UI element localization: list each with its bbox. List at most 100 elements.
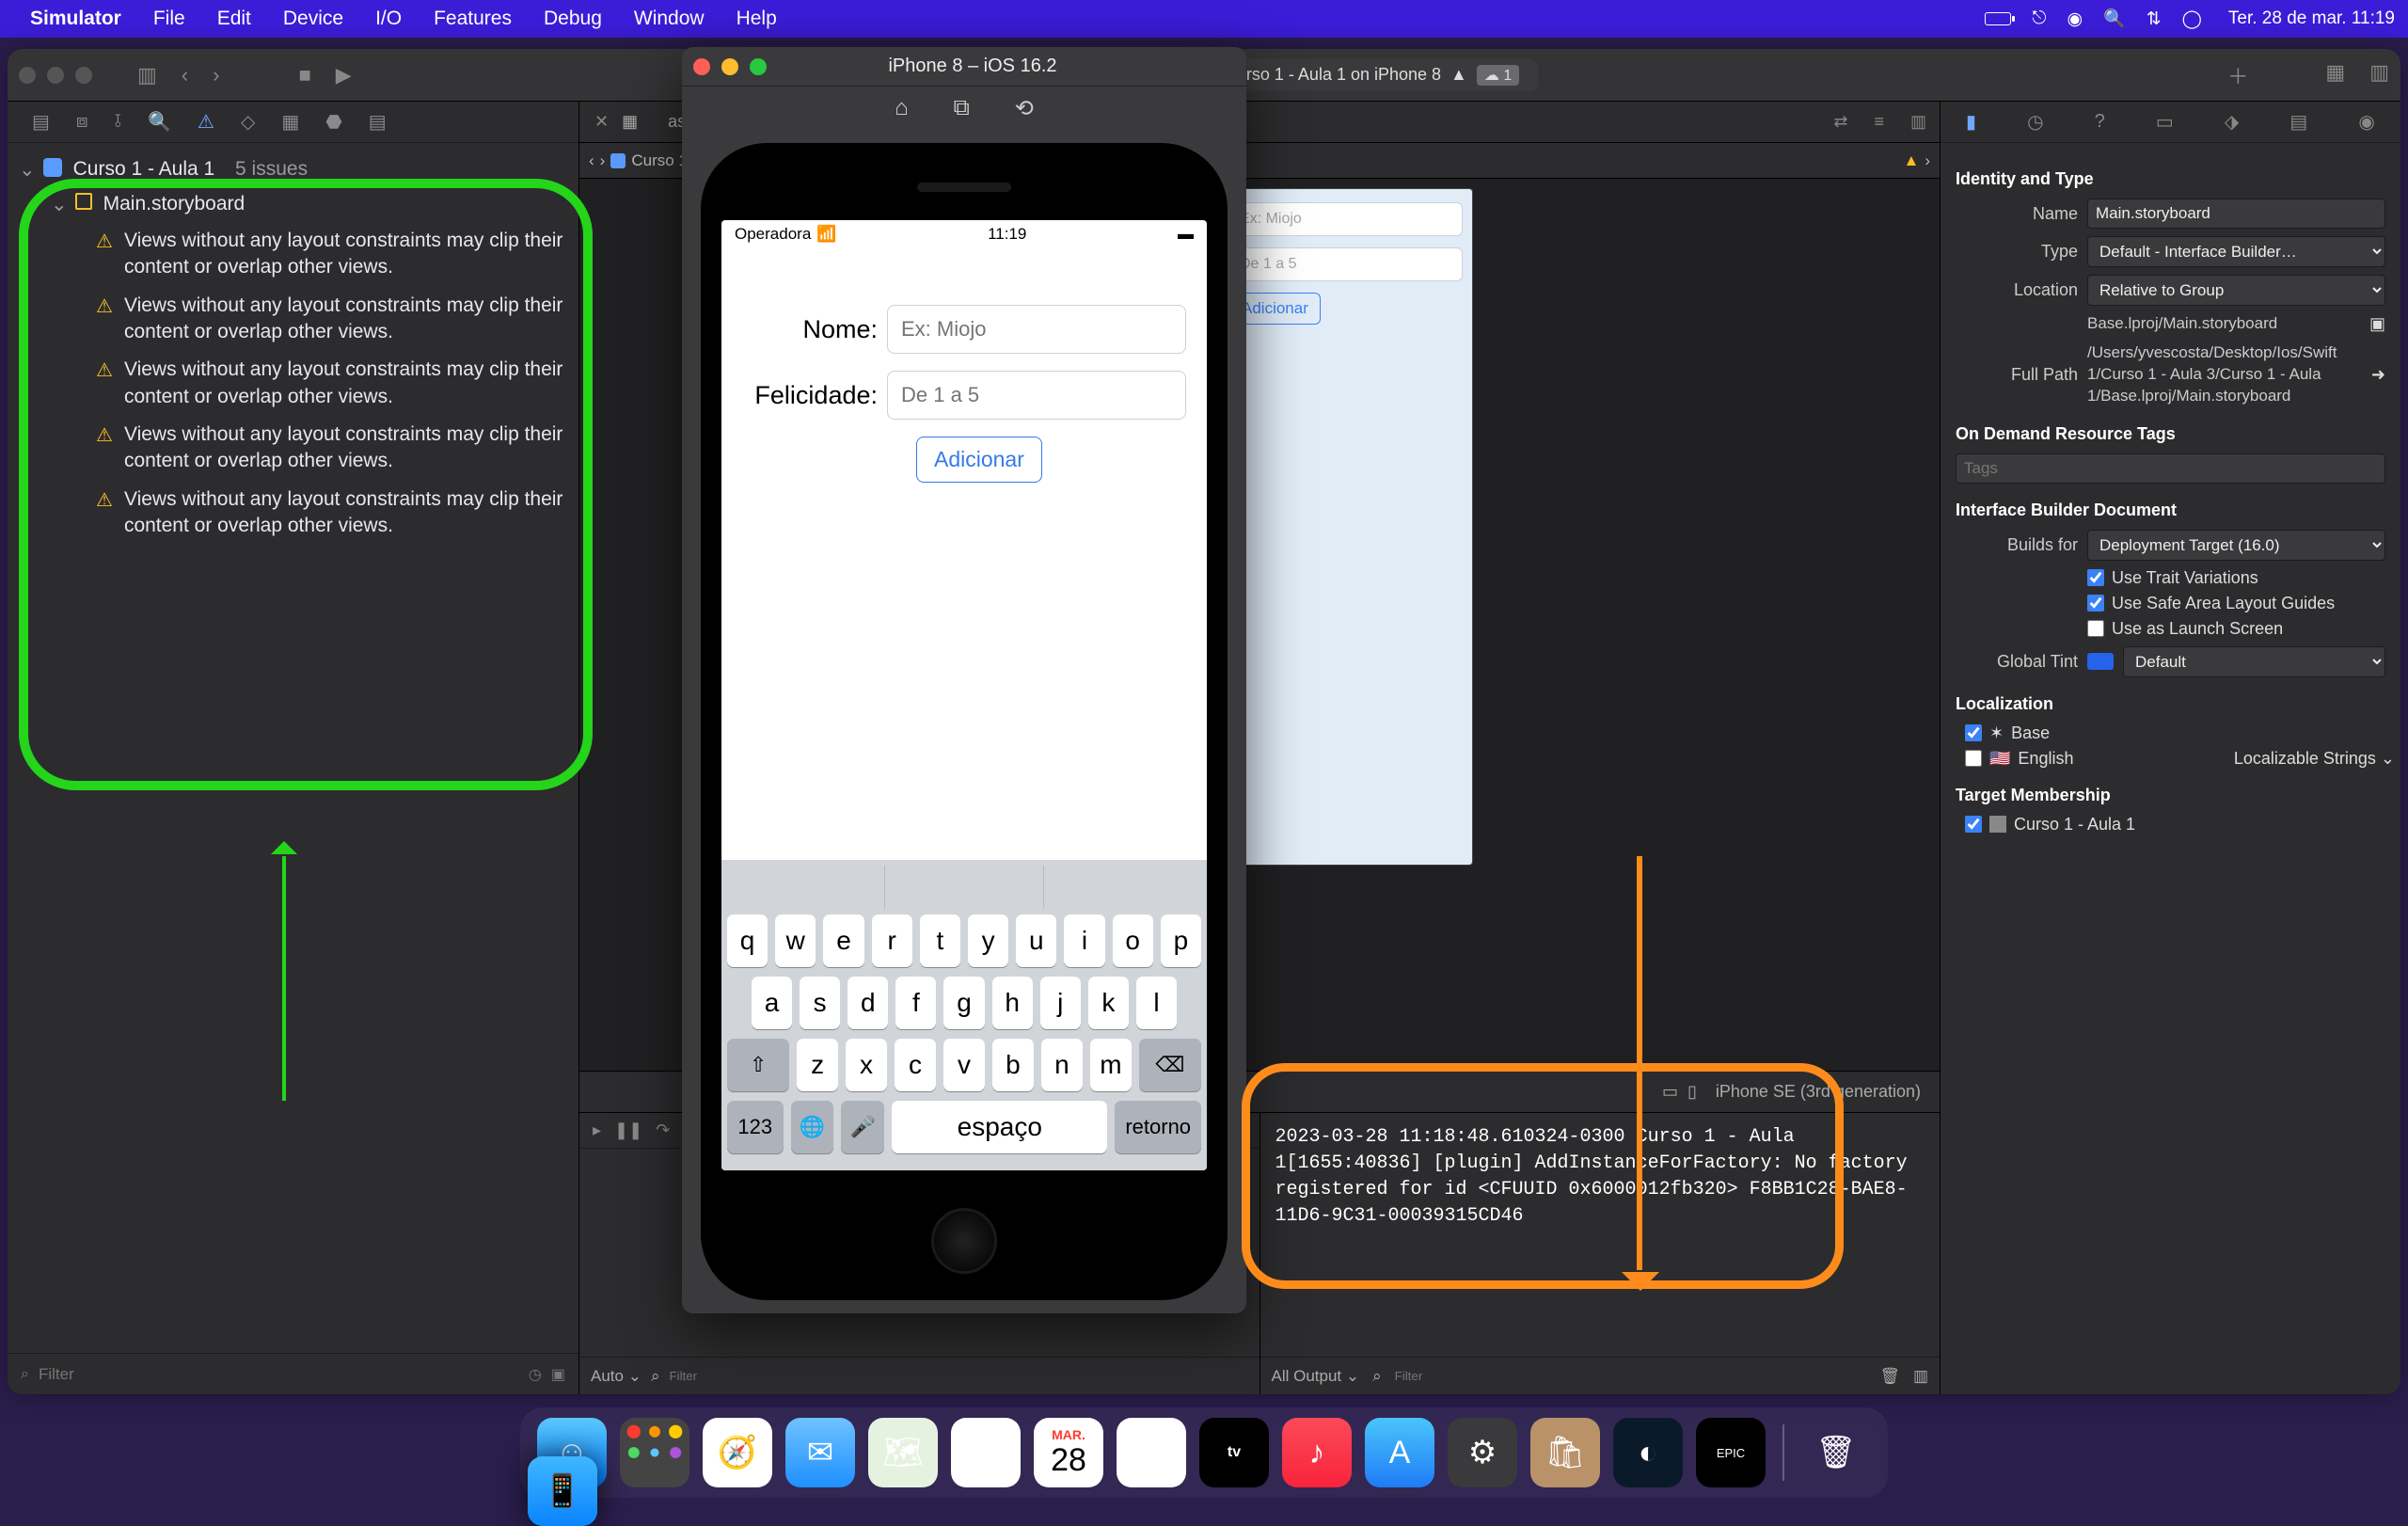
dock-trash[interactable]: 🗑 [1801,1418,1871,1487]
key-o[interactable]: o [1113,914,1153,967]
tab-hidden[interactable]: ✕▦ [579,102,653,142]
zoom-window-button[interactable] [75,67,92,84]
variables-mode[interactable]: Auto ⌄ [591,1367,642,1386]
test-nav-icon[interactable]: ◇ [241,110,255,134]
ib-textfield-felicidade[interactable]: De 1 a 5 [1229,247,1463,281]
app-menu[interactable]: Simulator [30,8,121,30]
rotate-icon[interactable]: ⟲ [1015,95,1034,122]
key-v[interactable]: v [943,1039,985,1091]
library-icon[interactable]: ▦ [2325,60,2345,90]
navigator-filter-input[interactable] [39,1365,519,1384]
dock-app-generic[interactable]: 🛍 [1530,1418,1600,1487]
source-nav-icon[interactable]: ⧈ [76,111,88,133]
menu-features[interactable]: Features [434,8,512,30]
history-inspector-tab-icon[interactable]: ◷ [2027,110,2043,134]
key-h[interactable]: h [992,977,1033,1029]
warning-item[interactable]: ⚠Views without any layout constraints ma… [11,287,575,352]
size-inspector-tab-icon[interactable]: ▤ [2289,110,2307,134]
storyboard-row[interactable]: ⌄ Main.storyboard [11,187,575,222]
dock-steam[interactable]: ◐ [1613,1418,1683,1487]
debug-toggle-icon[interactable]: ▸ [593,1121,601,1140]
key-n[interactable]: n [1041,1039,1083,1091]
key-i[interactable]: i [1064,914,1104,967]
key-b[interactable]: b [992,1039,1034,1091]
key-x[interactable]: x [846,1039,887,1091]
trait-variations-checkbox[interactable] [2087,569,2104,586]
warning-item[interactable]: ⚠Views without any layout constraints ma… [11,222,575,287]
adicionar-button[interactable]: Adicionar [916,437,1042,483]
key-t[interactable]: t [920,914,960,967]
felicidade-field[interactable] [887,371,1186,420]
add-editor-icon[interactable]: ▥ [1897,112,1940,132]
minimize-window-button[interactable] [47,67,64,84]
debug-pause-icon[interactable]: ❚❚ [614,1121,642,1140]
report-nav-icon[interactable]: ▤ [369,110,387,134]
dock-calendar[interactable]: MAR.28 [1034,1418,1103,1487]
add-tab-icon[interactable]: ＋ [2227,60,2248,90]
connections-inspector-tab-icon[interactable]: ◉ [2358,110,2374,134]
dock-settings[interactable]: ⚙ [1448,1418,1517,1487]
spotlight-icon[interactable]: 🔍 [2103,8,2126,30]
crumb-fwd-icon[interactable]: › [600,151,606,170]
iphone-screen[interactable]: Operadora 📶 11:19 ▬ Nome: Felicidade: Ad… [721,220,1207,1170]
canvas-device-label[interactable]: iPhone SE (3rd generation) [1716,1082,1921,1102]
key-d[interactable]: d [848,977,888,1029]
screenshot-icon[interactable]: ⧉ [954,95,970,121]
dock-photos[interactable]: ✿ [951,1418,1021,1487]
step-over-icon[interactable]: ↷ [656,1121,670,1140]
numbers-key[interactable]: 123 [727,1101,784,1153]
menu-io[interactable]: I/O [375,8,402,30]
key-m[interactable]: m [1090,1039,1132,1091]
trash-icon[interactable]: 🗑 [1879,1367,1900,1386]
dock-epic[interactable]: EPIC [1696,1418,1766,1487]
key-y[interactable]: y [968,914,1008,967]
key-k[interactable]: k [1088,977,1129,1029]
dock-appletv[interactable]: tv [1199,1418,1269,1487]
dock-music[interactable]: ♪ [1282,1418,1352,1487]
scope-filter-icon[interactable]: ▣ [551,1365,565,1384]
project-nav-icon[interactable]: ▤ [32,110,50,134]
ib-textfield-nome[interactable]: Ex: Miojo [1229,202,1463,236]
crumb-next-icon[interactable]: › [1925,151,1930,170]
loc-english-checkbox[interactable] [1965,750,1982,767]
run-icon[interactable]: ▶ [336,63,352,87]
dock-simulator[interactable]: 📱 [528,1456,597,1526]
return-key[interactable]: retorno [1115,1101,1201,1153]
globe-key[interactable]: 🌐 [791,1101,834,1153]
loc-base-checkbox[interactable] [1965,724,1982,741]
loc-english-kind[interactable]: Localizable Strings ⌄ [2234,749,2395,769]
menu-window[interactable]: Window [634,8,705,30]
siri-icon[interactable]: ◯ [2182,8,2202,30]
reveal-icon[interactable]: ➜ [2371,365,2385,385]
home-icon[interactable]: ⌂ [895,95,909,121]
key-f[interactable]: f [895,977,936,1029]
tint-swatch[interactable] [2087,653,2114,670]
menu-file[interactable]: File [153,8,185,30]
key-l[interactable]: l [1136,977,1177,1029]
dock-maps[interactable]: 🗺 [868,1418,938,1487]
menu-help[interactable]: Help [737,8,777,30]
key-c[interactable]: c [895,1039,936,1091]
menu-debug[interactable]: Debug [544,8,602,30]
dock-mail[interactable]: ✉ [785,1418,855,1487]
crumb-warn-icon[interactable]: ▲ [1904,151,1920,170]
warning-item[interactable]: ⚠Views without any layout constraints ma… [11,481,575,546]
close-tab-icon[interactable]: ✕ [594,112,609,132]
key-r[interactable]: r [872,914,912,967]
identity-inspector-tab-icon[interactable]: ▭ [2156,110,2174,134]
key-j[interactable]: j [1040,977,1081,1029]
builds-select[interactable]: Deployment Target (16.0) [2087,530,2385,561]
crumb-back-icon[interactable]: ‹ [589,151,594,170]
help-inspector-tab-icon[interactable]: ? [2095,111,2105,133]
safe-area-checkbox[interactable] [2087,595,2104,612]
sim-close-button[interactable] [693,58,710,75]
interface-builder-canvas[interactable]: Ex: Miojo De 1 a 5 Adicionar [1219,188,1473,866]
orientation-icon[interactable]: ▯ [1687,1082,1697,1102]
variables-filter-input[interactable] [669,1369,1247,1383]
key-p[interactable]: p [1161,914,1201,967]
find-nav-icon[interactable]: 🔍 [148,110,171,134]
close-window-button[interactable] [19,67,36,84]
shift-key[interactable]: ⇧ [727,1039,789,1091]
key-z[interactable]: z [797,1039,838,1091]
menu-edit[interactable]: Edit [217,8,251,30]
